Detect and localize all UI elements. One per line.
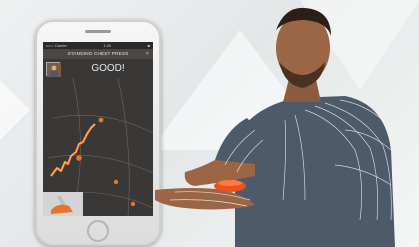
background-shape — [0, 70, 30, 150]
status-bar: ••○○ Carrier 1:20 ■ — [43, 42, 153, 49]
home-button-icon[interactable] — [87, 220, 109, 242]
close-icon[interactable]: × — [146, 49, 149, 59]
exercise-title-bar: STANDING CHEST PRESS × — [43, 49, 153, 59]
phone-speaker — [85, 30, 111, 33]
hero-scene: ••○○ Carrier 1:20 ■ STANDING CHEST PRESS… — [0, 0, 419, 247]
waypoint-marker — [113, 179, 119, 185]
waypoint-marker — [98, 117, 104, 123]
exercise-title: STANDING CHEST PRESS — [67, 51, 129, 56]
phone-screen: ••○○ Carrier 1:20 ■ STANDING CHEST PRESS… — [43, 42, 153, 216]
battery-icon: ■ — [147, 43, 150, 48]
clock-label: 1:20 — [103, 43, 112, 48]
device-stand-illustration — [43, 192, 83, 216]
carrier-label: ••○○ Carrier — [46, 43, 67, 48]
exercise-thumbnail-icon[interactable] — [46, 62, 61, 77]
waypoint-marker — [76, 155, 82, 161]
athlete-illustration — [155, 7, 395, 247]
feedback-label: GOOD! — [91, 63, 125, 74]
phone-device: ••○○ Carrier 1:20 ■ STANDING CHEST PRESS… — [35, 20, 161, 246]
waypoint-marker — [130, 201, 136, 207]
